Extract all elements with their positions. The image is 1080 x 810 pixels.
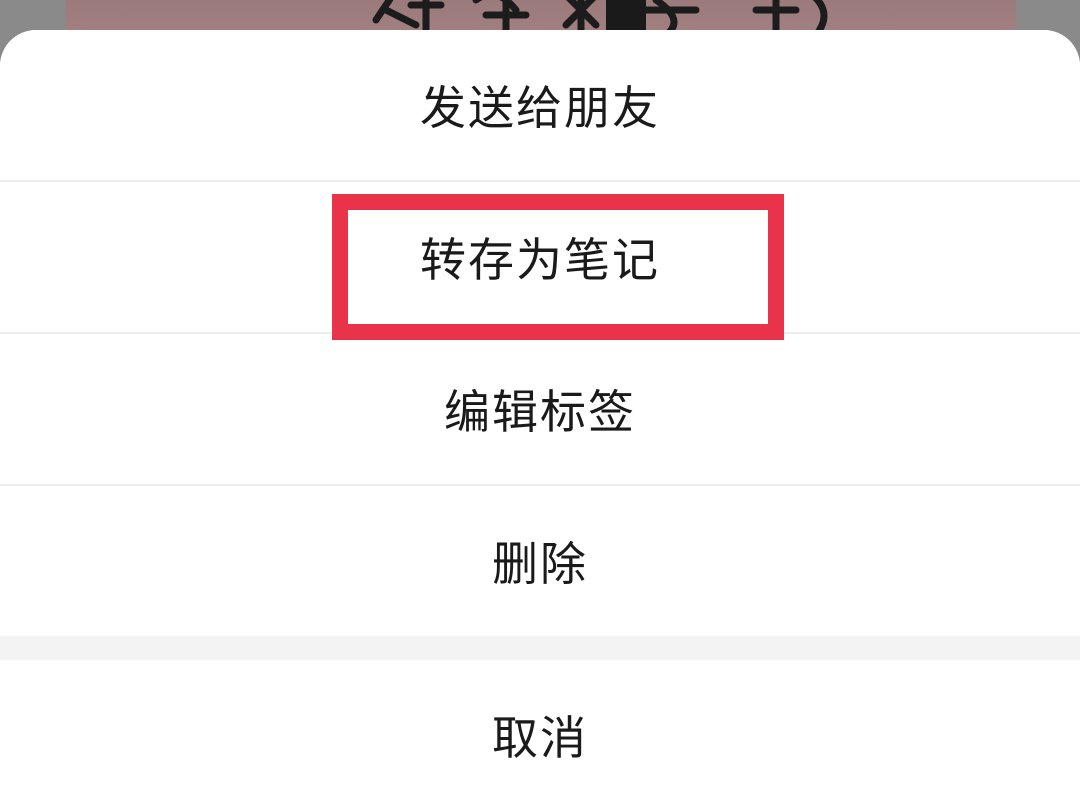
- edit-tags-label: 编辑标签: [444, 385, 636, 439]
- section-gap: [0, 636, 1080, 660]
- send-to-friend-label: 发送给朋友: [420, 81, 660, 135]
- screen: 发送给朋友 转存为笔记 编辑标签 删除 取消: [0, 0, 1080, 810]
- delete-label: 删除: [492, 537, 588, 591]
- save-as-note-label: 转存为笔记: [420, 233, 660, 287]
- delete-option[interactable]: 删除: [0, 486, 1080, 636]
- save-as-note-option[interactable]: 转存为笔记: [0, 182, 1080, 332]
- edit-tags-option[interactable]: 编辑标签: [0, 334, 1080, 484]
- send-to-friend-option[interactable]: 发送给朋友: [0, 30, 1080, 180]
- cancel-label: 取消: [492, 711, 588, 765]
- cancel-button[interactable]: 取消: [0, 660, 1080, 810]
- action-sheet: 发送给朋友 转存为笔记 编辑标签 删除 取消: [0, 30, 1080, 810]
